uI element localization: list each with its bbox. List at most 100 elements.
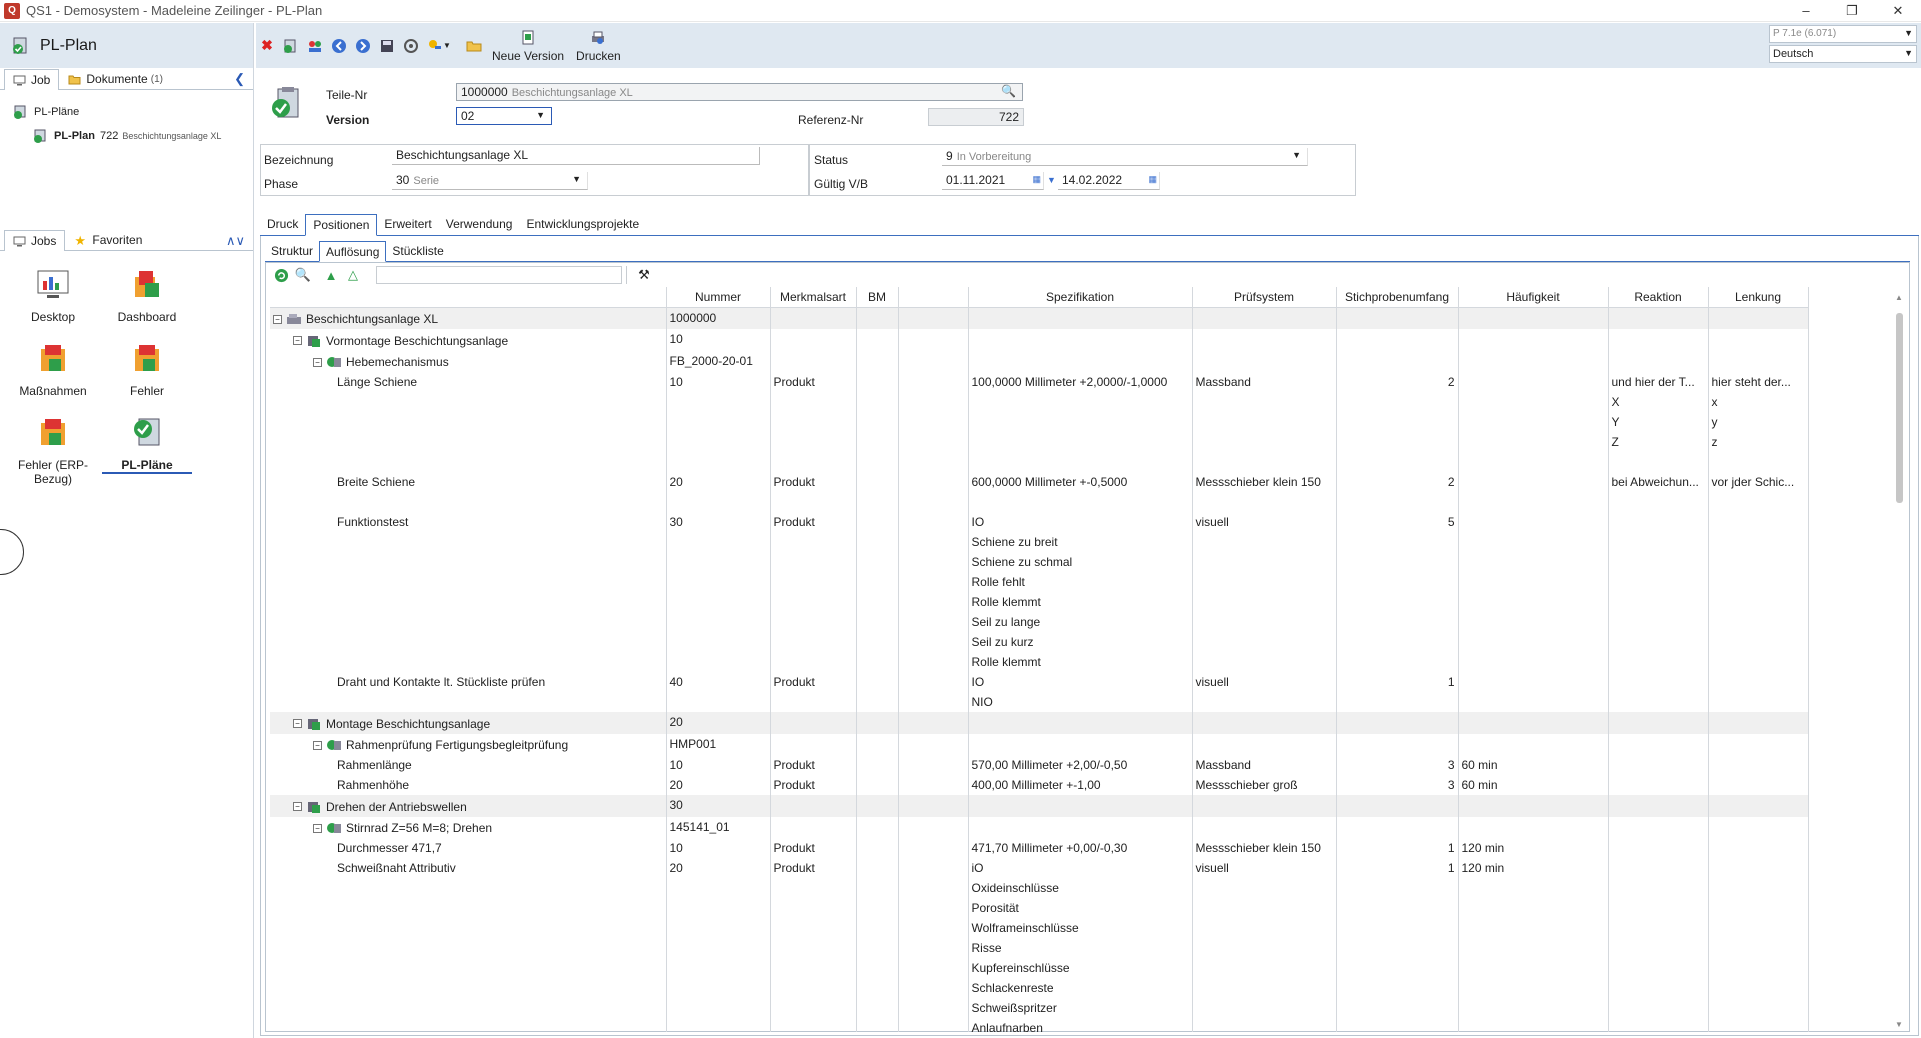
tab-job[interactable]: Job: [4, 69, 60, 90]
table-row[interactable]: − Hebemechanismus FB_2000-20-01: [270, 350, 1809, 372]
table-row[interactable]: − Drehen der Antriebswellen 30: [270, 795, 1809, 817]
table-row[interactable]: Durchmesser 471,7 10 Produkt 471,70 Millime…: [270, 838, 1809, 858]
calendar-icon[interactable]: ▦: [1032, 174, 1041, 185]
table-row[interactable]: − Stirnrad Z=56 M=8; Drehen 145141_01: [270, 816, 1809, 838]
table-row[interactable]: − Vormontage Beschichtungsanlage 10: [270, 329, 1809, 351]
tile-pl-plaene[interactable]: PL-Pläne: [102, 415, 192, 474]
tab-favorites[interactable]: ★ Favoriten: [65, 229, 151, 250]
tab-aufloesung[interactable]: Auflösung: [319, 241, 387, 262]
tab-positionen[interactable]: Positionen: [305, 214, 378, 236]
collapse-node-icon[interactable]: −: [293, 719, 302, 728]
tab-struktur[interactable]: Struktur: [265, 240, 319, 261]
column-header-spezifikation[interactable]: Spezifikation: [968, 287, 1193, 308]
tab-jobs[interactable]: Jobs: [4, 230, 66, 251]
minimize-button[interactable]: –: [1783, 0, 1829, 22]
bezeichnung-field[interactable]: Beschichtungsanlage XL: [392, 147, 760, 165]
print-button[interactable]: Drucken: [576, 29, 621, 63]
tree-item-pl-plaene[interactable]: PL-Pläne: [12, 100, 253, 124]
version-combo[interactable]: P 7.1e (6.071) ▼: [1769, 25, 1917, 43]
teile-nr-field[interactable]: 1000000 Beschichtungsanlage XL 🔍: [456, 83, 1023, 101]
table-row[interactable]: Rahmenlänge 10 Produkt 570,00 Millimeter +2…: [270, 755, 1809, 775]
search-icon[interactable]: 🔍: [294, 266, 312, 284]
expand-collapse-icon[interactable]: ∧∨: [226, 233, 245, 249]
monitor-icon: [13, 236, 26, 246]
date-dropdown-icon[interactable]: ▼: [1047, 175, 1056, 185]
column-header-blank[interactable]: [898, 287, 969, 308]
grid-table: Nummer Merkmalsart BM Spezifikation Prüf…: [270, 287, 1809, 1032]
tile-dashboard[interactable]: Dashboard: [102, 267, 192, 324]
scroll-up-icon[interactable]: ▲: [1895, 293, 1903, 302]
cell-spec: 400,00 Millimeter +-1,00: [968, 775, 1193, 795]
collapse-node-icon[interactable]: −: [273, 314, 282, 324]
new-version-button[interactable]: Neue Version: [492, 29, 564, 63]
status-select[interactable]: 9 In Vorbereitung ▼: [942, 148, 1308, 166]
tile-fehler-erp[interactable]: Fehler (ERP-Bezug): [8, 415, 98, 486]
tab-druck[interactable]: Druck: [260, 213, 305, 235]
restore-button[interactable]: ❐: [1829, 0, 1875, 22]
column-header-merkmalsart[interactable]: Merkmalsart: [770, 287, 857, 308]
table-row[interactable]: Rahmenhöhe 20 Produkt 400,00 Millimeter +-1…: [270, 775, 1809, 795]
valid-to-field[interactable]: 14.02.2022 ▦: [1058, 172, 1160, 190]
table-row[interactable]: − Beschichtungsanlage XL 1000000: [270, 307, 1809, 329]
tab-verwendung[interactable]: Verwendung: [439, 213, 520, 235]
scroll-thumb[interactable]: [1896, 313, 1903, 503]
column-header-pruefsystem[interactable]: Prüfsystem: [1192, 287, 1337, 308]
table-row[interactable]: Schweißnaht Attributiv 20 Produkt iO Oxidein…: [270, 858, 1809, 1032]
column-header-reaktion[interactable]: Reaktion: [1608, 287, 1709, 308]
language-select[interactable]: Deutsch ▼: [1769, 45, 1917, 63]
collapse-all-icon[interactable]: △: [344, 266, 362, 284]
tile-fehler[interactable]: Fehler: [102, 341, 192, 398]
table-row[interactable]: Funktionstest 30 Produkt IO Schiene zu breit…: [270, 512, 1809, 672]
search-icon[interactable]: 🔍: [1001, 84, 1016, 98]
table-row[interactable]: Breite Schiene 20 Produkt 600,0000 Millimet…: [270, 472, 1809, 512]
forward-icon[interactable]: [354, 37, 372, 55]
disk-icon[interactable]: [378, 37, 396, 55]
collapse-node-icon[interactable]: −: [313, 823, 322, 833]
table-row[interactable]: Draht und Kontakte lt. Stückliste prüfen…: [270, 672, 1809, 712]
grid-vertical-scrollbar[interactable]: ▲ ▼: [1893, 293, 1907, 1029]
folder-icon[interactable]: [465, 37, 483, 55]
cell-art: Produkt: [770, 372, 857, 472]
tools-icon[interactable]: ⚒: [635, 266, 653, 284]
column-header-bm[interactable]: BM: [856, 287, 899, 308]
column-header-name[interactable]: [270, 287, 667, 308]
tree-item-pl-plan[interactable]: PL-Plan 722 Beschichtungsanlage XL: [12, 124, 253, 148]
tile-massnahmen[interactable]: Maßnahmen: [8, 341, 98, 398]
cell-nummer: 40: [666, 672, 771, 712]
tab-stueckliste[interactable]: Stückliste: [386, 240, 449, 261]
save-plan-icon[interactable]: [282, 37, 300, 55]
column-header-lenkung[interactable]: Lenkung: [1708, 287, 1809, 308]
collapse-node-icon[interactable]: −: [293, 802, 302, 811]
table-row[interactable]: Länge Schiene 10 Produkt 100,0000 Millimete…: [270, 372, 1809, 472]
collapse-node-icon[interactable]: −: [313, 357, 322, 367]
refresh-icon[interactable]: [402, 37, 420, 55]
users-icon[interactable]: [306, 37, 324, 55]
column-header-nummer[interactable]: Nummer: [666, 287, 771, 308]
fehler-icon: [135, 345, 159, 371]
scroll-down-icon[interactable]: ▼: [1895, 1020, 1903, 1029]
version-select[interactable]: 02 ▼: [456, 107, 552, 125]
valid-from-field[interactable]: 01.11.2021 ▦: [942, 172, 1044, 190]
tab-documents[interactable]: Dokumente (1): [59, 68, 172, 89]
close-window-button[interactable]: ✕: [1875, 0, 1921, 22]
column-header-haeufigkeit[interactable]: Häufigkeit: [1458, 287, 1609, 308]
expand-all-icon[interactable]: ▲: [322, 266, 340, 284]
collapse-left-icon[interactable]: ❮: [234, 71, 245, 87]
table-row[interactable]: − Montage Beschichtungsanlage 20: [270, 712, 1809, 734]
collapse-node-icon[interactable]: −: [293, 336, 302, 345]
back-icon[interactable]: [330, 37, 348, 55]
table-row[interactable]: − Rahmenprüfung Fertigungsbegleitprüfung H…: [270, 733, 1809, 755]
calendar-icon[interactable]: ▦: [1148, 174, 1157, 185]
window-title: QS1 - Demosystem - Madeleine Zeilinger -…: [26, 3, 323, 18]
part-icon: [327, 357, 341, 367]
tab-erweitert[interactable]: Erweitert: [377, 213, 438, 235]
collapse-node-icon[interactable]: −: [313, 740, 322, 750]
grid-filter-input[interactable]: [376, 266, 622, 284]
tile-desktop[interactable]: Desktop: [8, 267, 98, 324]
tab-entwicklungsprojekte[interactable]: Entwicklungsprojekte: [519, 213, 646, 235]
key-icon[interactable]: ▼: [426, 37, 452, 55]
close-icon[interactable]: ✖: [258, 37, 276, 55]
phase-select[interactable]: 30 Serie ▼: [392, 172, 588, 190]
column-header-stichprobenumfang[interactable]: Stichprobenumfang: [1336, 287, 1459, 308]
refresh-icon[interactable]: [272, 266, 290, 284]
